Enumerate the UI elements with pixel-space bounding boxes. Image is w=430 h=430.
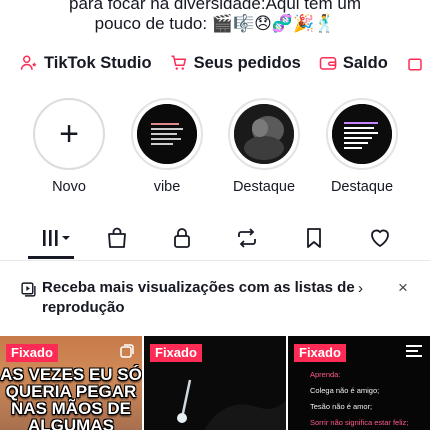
highlight-ring[interactable]	[326, 98, 398, 170]
video-text-line: Aprenda:	[310, 370, 341, 379]
tab-private[interactable]	[168, 224, 196, 252]
playlist-icon	[21, 282, 36, 297]
profile-tabs	[0, 220, 430, 261]
highlight-destaque-2[interactable]: Destaque	[326, 98, 398, 195]
highlight-ring[interactable]	[228, 98, 300, 170]
heart-icon	[371, 229, 389, 247]
balance-label: Saldo	[342, 53, 388, 72]
highlight-vibe[interactable]: vibe	[131, 98, 203, 195]
orders-link[interactable]: Seus pedidos	[170, 54, 301, 73]
highlight-new[interactable]: + Novo	[33, 98, 105, 195]
quick-links-bar: TikTok Studio Seus pedidos Saldo	[0, 50, 430, 76]
highlight-ring[interactable]	[131, 98, 203, 170]
bag-icon	[108, 227, 126, 248]
highlight-destaque-1[interactable]: Destaque	[228, 98, 300, 195]
orders-label: Seus pedidos	[193, 53, 301, 72]
person-star-icon	[20, 54, 38, 72]
menu-lines-icon	[406, 345, 422, 357]
bio-line-2: pouco de tudo: 🎬🎼😞🧬🎉🕺	[94, 14, 336, 33]
highlight-thumbnail	[332, 104, 392, 164]
tiktok-studio-link[interactable]: TikTok Studio	[20, 54, 152, 73]
chevron-right-icon[interactable]: ›	[358, 280, 363, 297]
video-tile[interactable]: Fixado	[144, 336, 286, 430]
video-text-line: Tesão não é amor;	[310, 402, 373, 411]
video-thumbnail	[177, 379, 286, 430]
pinned-badge: Fixado	[6, 344, 58, 362]
video-grid: Fixado AS VEZES EU SÓ QUERIA PEGAR NAS M…	[0, 336, 430, 430]
tab-liked[interactable]	[366, 224, 394, 252]
highlight-label: Novo	[52, 179, 86, 195]
highlight-thumbnail	[137, 104, 197, 164]
tab-videos[interactable]	[38, 224, 74, 252]
tab-favorites[interactable]	[300, 224, 328, 252]
close-icon[interactable]: ×	[398, 278, 408, 298]
tab-shop[interactable]	[103, 224, 131, 252]
balance-link[interactable]: Saldo	[319, 54, 388, 73]
cart-icon	[170, 54, 188, 72]
video-caption: AS VEZES EU SÓ QUERIA PEGAR NAS MÃOS DE …	[0, 365, 142, 430]
video-text-line: Colega não é amigo;	[310, 386, 380, 395]
multi-photo-icon	[120, 344, 134, 358]
wallet-icon	[319, 54, 337, 72]
video-tile[interactable]: Fixado Aprenda: Colega não é amigo; Tesã…	[288, 336, 430, 430]
highlight-label: Destaque	[232, 179, 296, 195]
highlight-thumbnail	[234, 104, 294, 164]
plus-icon: +	[59, 115, 79, 153]
more-link[interactable]	[406, 54, 430, 72]
lock-icon	[174, 228, 190, 248]
promo-text: Receba mais visualizações com as listas …	[42, 279, 355, 316]
bag-icon	[406, 54, 424, 72]
pinned-badge: Fixado	[294, 344, 346, 362]
tab-reposts[interactable]	[233, 224, 261, 252]
repost-icon	[238, 228, 256, 248]
video-text-line: Sorrir não significa estar feliz;	[310, 418, 409, 427]
active-tab-indicator	[28, 256, 74, 259]
profile-bio: para focar na diversidade:Aqui tem um po…	[0, 0, 430, 34]
highlight-label: Destaque	[330, 179, 394, 195]
new-highlight-ring[interactable]: +	[33, 98, 105, 170]
highlight-label: vibe	[153, 179, 181, 195]
tiktok-studio-label: TikTok Studio	[44, 53, 152, 72]
video-tile[interactable]: Fixado AS VEZES EU SÓ QUERIA PEGAR NAS M…	[0, 336, 142, 430]
grid-bars-icon	[43, 230, 70, 246]
bio-line-1: para focar na diversidade:Aqui tem um	[69, 0, 361, 13]
bookmark-icon	[307, 228, 321, 248]
